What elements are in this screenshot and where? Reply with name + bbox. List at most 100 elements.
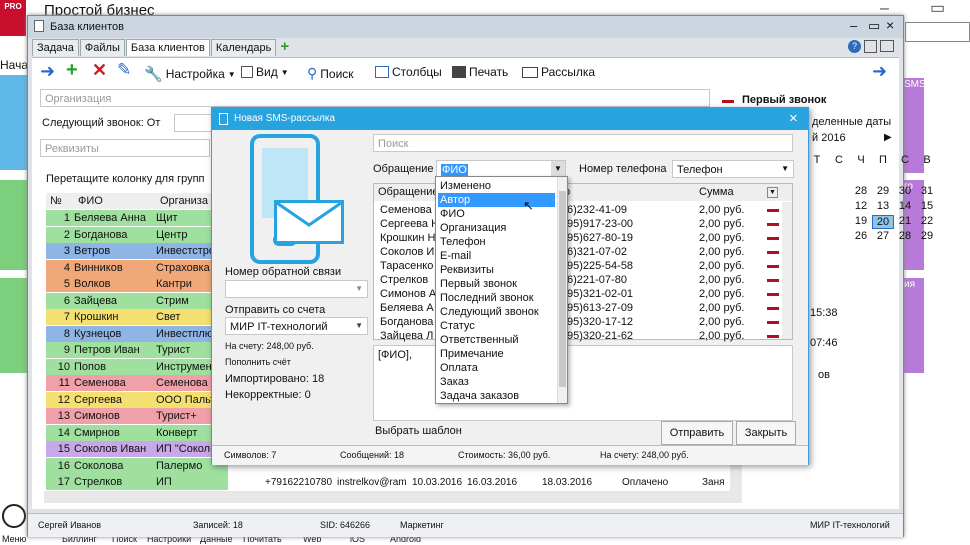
- col-name[interactable]: ФИО: [78, 193, 160, 209]
- remove-recipient-icon[interactable]: [767, 321, 779, 324]
- view-button[interactable]: Вид ▼: [241, 65, 289, 79]
- dropdown-option[interactable]: Следующий звонок: [438, 305, 555, 319]
- calendar-day[interactable]: 19: [850, 215, 872, 227]
- recipients-scrollbar[interactable]: [782, 202, 792, 339]
- next-call-from-input[interactable]: [174, 114, 214, 132]
- remove-recipient-icon[interactable]: [767, 265, 779, 268]
- table-row[interactable]: 8 Кузнецов Инвестплю: [46, 325, 228, 342]
- topup-link[interactable]: Пополнить счёт: [225, 357, 291, 367]
- calendar-day[interactable]: 29: [872, 185, 894, 197]
- delete-icon[interactable]: ✕: [92, 60, 107, 81]
- remove-recipient-icon[interactable]: [767, 251, 779, 254]
- search-button[interactable]: ⚲ Поиск: [307, 65, 354, 82]
- requisites-input[interactable]: Реквизиты: [40, 139, 210, 157]
- mailing-button[interactable]: Рассылка: [522, 65, 595, 79]
- account-select[interactable]: МИР IT-технологий ▼: [225, 317, 368, 335]
- calendar-day[interactable]: 28: [850, 185, 872, 197]
- table-row[interactable]: 12 Сергеева ООО Пальто: [46, 391, 228, 408]
- table-row[interactable]: 13 Симонов Турист+: [46, 408, 228, 424]
- calendar-next-icon[interactable]: ▶: [884, 132, 892, 143]
- columns-button[interactable]: Столбцы: [375, 65, 442, 79]
- tile-left-2[interactable]: [0, 180, 30, 270]
- settings-button[interactable]: 🔧 Настройка ▼: [144, 65, 236, 83]
- calendar-day[interactable]: 31: [916, 185, 938, 197]
- next-arrow-icon[interactable]: ➜: [872, 61, 887, 82]
- settings-icon[interactable]: [864, 40, 877, 53]
- window-maximize-button[interactable]: ▭: [868, 18, 880, 34]
- phone-select[interactable]: Телефон ▼: [672, 160, 794, 178]
- table-row[interactable]: 11 Семенова Семенова и: [46, 375, 228, 391]
- calendar-day[interactable]: 13: [872, 200, 894, 212]
- arrow-right-icon[interactable]: ➜: [40, 61, 55, 82]
- dialog-search-input[interactable]: Поиск: [373, 134, 793, 152]
- calendar-day[interactable]: 27: [872, 230, 894, 242]
- tab-calendar[interactable]: Календарь: [210, 39, 277, 56]
- remove-recipient-icon[interactable]: [767, 293, 779, 296]
- col-greeting[interactable]: Обращение: [378, 184, 438, 201]
- app-search-input[interactable]: [905, 22, 970, 42]
- add-tab-icon[interactable]: +: [280, 38, 289, 55]
- menu-icon[interactable]: [2, 504, 26, 528]
- calendar-day[interactable]: 14: [894, 200, 916, 212]
- dropdown-option[interactable]: Ответственный: [438, 333, 555, 347]
- table-row[interactable]: 5 Волков Кантри: [46, 276, 228, 292]
- calendar-day[interactable]: 12: [850, 200, 872, 212]
- tile-right-3[interactable]: ия: [904, 278, 924, 373]
- calendar-day[interactable]: 28: [894, 230, 916, 242]
- calendar-day[interactable]: 21: [894, 215, 916, 227]
- calendar-day[interactable]: 30: [894, 185, 916, 197]
- send-button[interactable]: Отправить: [661, 421, 733, 445]
- dropdown-option[interactable]: Телефон: [438, 235, 555, 249]
- filter-icon[interactable]: ▼: [767, 187, 778, 198]
- dropdown-option[interactable]: Последний звонок: [438, 291, 555, 305]
- tab-tasks[interactable]: Задача: [32, 39, 79, 56]
- col-sum[interactable]: Сумма: [699, 184, 734, 201]
- tile-left-3[interactable]: [0, 278, 30, 373]
- table-row[interactable]: 4 Винников Страховка: [46, 259, 228, 276]
- dropdown-option[interactable]: Реквизиты: [438, 263, 555, 277]
- print-button[interactable]: Печать: [452, 65, 508, 79]
- vertical-scrollbar[interactable]: [730, 459, 742, 503]
- organization-input[interactable]: Организация: [40, 89, 710, 107]
- window-minimize-button[interactable]: –: [850, 18, 857, 33]
- table-row[interactable]: 6 Зайцева Стрим: [46, 292, 228, 309]
- dialog-close-icon[interactable]: ×: [789, 110, 798, 127]
- dropdown-option[interactable]: ФИО: [438, 207, 555, 221]
- table-row[interactable]: 9 Петров Иван Турист: [46, 342, 228, 358]
- remove-recipient-icon[interactable]: [767, 237, 779, 240]
- calendar-day[interactable]: 26: [850, 230, 872, 242]
- remove-recipient-icon[interactable]: [767, 335, 779, 338]
- edit-icon[interactable]: ✎: [117, 60, 131, 80]
- dropdown-option[interactable]: Статус: [438, 319, 555, 333]
- dropdown-option[interactable]: Заказ: [438, 375, 555, 389]
- close-button[interactable]: Закрыть: [736, 421, 796, 445]
- dropdown-option[interactable]: Примечание: [438, 347, 555, 361]
- add-icon[interactable]: +: [66, 59, 78, 82]
- remove-recipient-icon[interactable]: [767, 223, 779, 226]
- restore-button[interactable]: ▭: [930, 0, 945, 18]
- choose-template-link[interactable]: Выбрать шаблон: [375, 425, 462, 437]
- help-icon[interactable]: ?: [848, 40, 861, 53]
- remove-recipient-icon[interactable]: [767, 307, 779, 310]
- horizontal-scrollbar[interactable]: [44, 491, 730, 503]
- table-row[interactable]: 1 Беляева Анна Щит: [46, 210, 228, 226]
- table-row[interactable]: 3 Ветров Инвестстро: [46, 243, 228, 259]
- tab-clients[interactable]: База клиентов: [125, 39, 210, 56]
- table-row[interactable]: 17 Стрелков ИП: [46, 474, 228, 490]
- tab-files[interactable]: Файлы: [79, 39, 125, 56]
- calendar-day[interactable]: 20: [872, 215, 894, 229]
- dropdown-option[interactable]: Первый звонок: [438, 277, 555, 291]
- callback-input[interactable]: ▼: [225, 280, 368, 298]
- tile-left-1[interactable]: [0, 75, 30, 170]
- dropdown-option[interactable]: E-mail: [438, 249, 555, 263]
- table-row[interactable]: 14 Смирнов Конверт: [46, 424, 228, 441]
- calendar-day[interactable]: 29: [916, 230, 938, 242]
- table-row[interactable]: 16 Соколова Палермо: [46, 457, 228, 474]
- col-org[interactable]: Организа: [160, 195, 208, 207]
- calendar-day[interactable]: 22: [916, 215, 938, 227]
- table-row[interactable]: 7 Крошкин Свет: [46, 309, 228, 325]
- dropdown-scrollbar[interactable]: [557, 177, 567, 403]
- table-row[interactable]: 15 Соколов Иван ИП "Соколо: [46, 441, 228, 457]
- remove-recipient-icon[interactable]: [767, 279, 779, 282]
- remove-recipient-icon[interactable]: [767, 209, 779, 212]
